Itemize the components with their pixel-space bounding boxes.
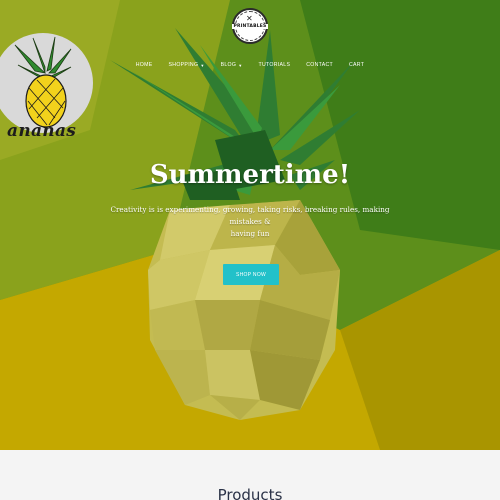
- nav-item-home[interactable]: HOME: [128, 62, 161, 68]
- nav-item-label: BLOG: [220, 62, 237, 68]
- printables-logo-icon[interactable]: ✕ PRINTABLES: [232, 8, 268, 44]
- nav-item-tutorials[interactable]: TUTORIALS: [250, 62, 298, 68]
- hero-subtitle-line2: having fun: [230, 229, 270, 238]
- nav-item-shopping[interactable]: SHOPPING ▼: [161, 62, 213, 68]
- caret-down-icon: ▼: [200, 62, 205, 68]
- ananas-badge: ananas: [0, 33, 93, 141]
- logo-tools-icon: ✕: [246, 14, 253, 23]
- nav-item-blog[interactable]: BLOG ▼: [213, 62, 251, 68]
- pineapple-icon: [14, 36, 72, 128]
- nav-item-label: SHOPPING: [168, 62, 199, 68]
- ananas-wordmark: ananas: [7, 121, 77, 141]
- hero-subtitle-line1: Creativity is is experimenting, growing,…: [110, 205, 390, 226]
- nav-item-label: CONTACT: [306, 62, 333, 68]
- shop-now-button[interactable]: SHOP NOW: [223, 264, 279, 285]
- nav-item-cart[interactable]: CART: [341, 62, 372, 68]
- nav-item-label: HOME: [135, 62, 153, 68]
- nav-item-contact[interactable]: CONTACT: [298, 62, 341, 68]
- products-section: Products: [0, 450, 500, 500]
- nav-item-label: CART: [349, 62, 365, 68]
- hero-subtitle: Creativity is is experimenting, growing,…: [95, 204, 405, 240]
- products-heading: Products: [217, 486, 283, 500]
- nav-item-label: TUTORIALS: [258, 62, 291, 68]
- hero-section: ananas ✕ PRINTABLES HOME SHOPPING ▼ BLOG ▼…: [0, 0, 500, 450]
- main-nav: HOME SHOPPING ▼ BLOG ▼ TUTORIALS CONTACT C…: [0, 62, 500, 68]
- logo-text: PRINTABLES: [232, 23, 268, 29]
- caret-down-icon: ▼: [238, 62, 243, 68]
- hero-title: Summertime!: [149, 160, 351, 190]
